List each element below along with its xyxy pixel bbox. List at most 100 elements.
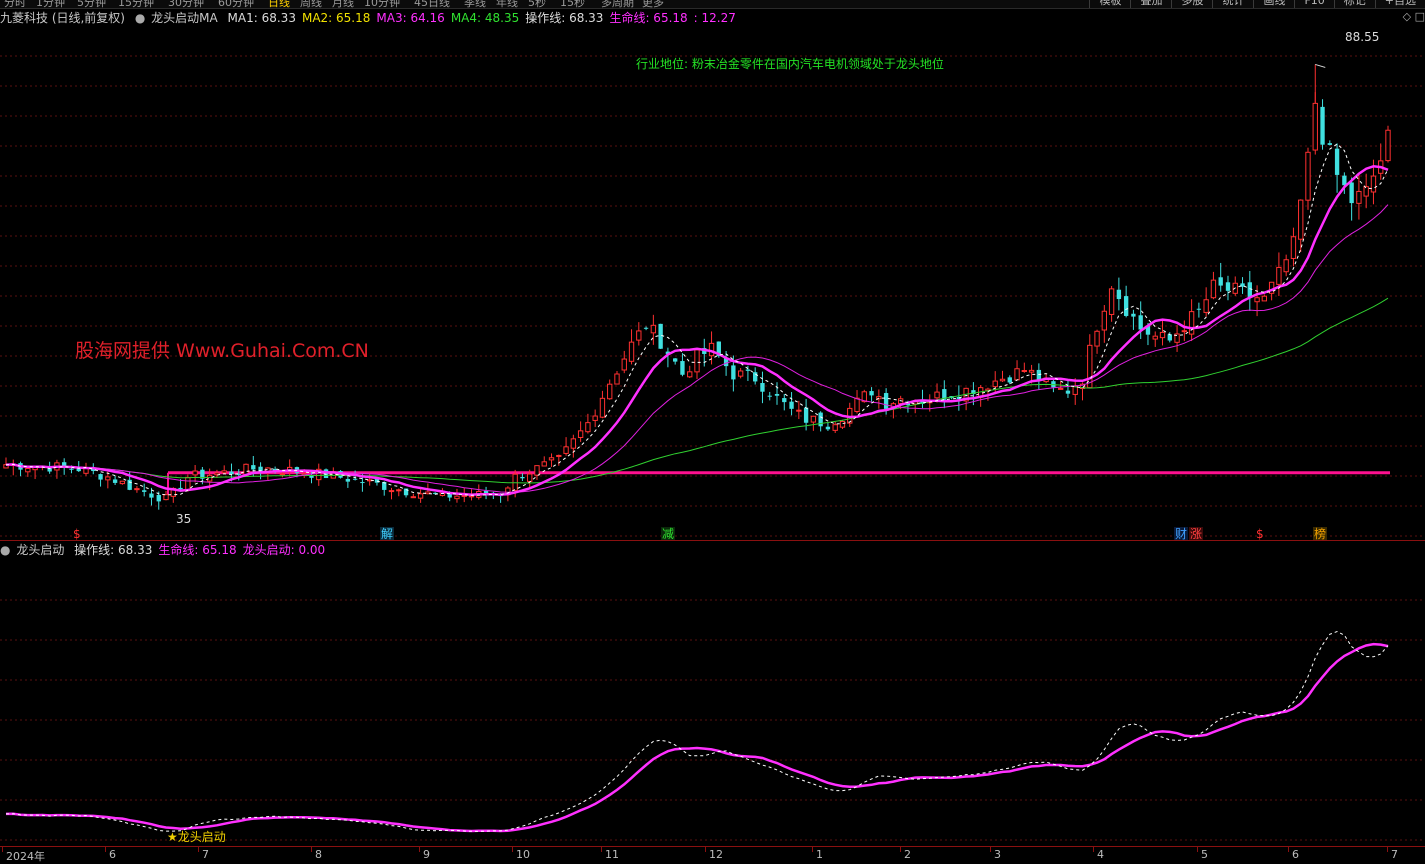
candle [1385, 125, 1391, 163]
tool-button-5[interactable]: F10 [1294, 0, 1333, 8]
sub-legend-item-0: 操作线: 68.33 [74, 543, 153, 557]
candle [1087, 334, 1093, 389]
timeframe-tab-11[interactable]: 季线 [464, 0, 486, 8]
candle [1101, 305, 1107, 343]
candle [942, 380, 947, 409]
candle [782, 393, 787, 411]
x-tick-10: 3 [994, 848, 1001, 861]
sector-note: 行业地位: 粉末冶金零件在国内汽车电机领域处于龙头地位 [636, 57, 944, 71]
sub-legend-item-2: 龙头启动: 0.00 [242, 543, 326, 557]
candle [1363, 173, 1369, 209]
timeframe-tab-10[interactable]: 45日线 [414, 0, 450, 8]
timeframe-tab-3[interactable]: 15分钟 [118, 0, 154, 8]
tool-button-1[interactable]: 叠加 [1130, 0, 1171, 8]
chart-options-icons[interactable]: ◇ □ [1403, 10, 1425, 23]
candle [680, 353, 685, 377]
main-legend-item-1: MA2: 65.18 [301, 11, 371, 25]
candle [192, 465, 198, 483]
candle [1203, 287, 1209, 317]
candle [599, 390, 606, 419]
timeframe-tab-7[interactable]: 周线 [300, 0, 322, 8]
x-tick-6: 11 [605, 848, 619, 861]
timeframe-tab-5[interactable]: 60分钟 [218, 0, 254, 8]
candle [628, 329, 635, 365]
candle [1247, 271, 1252, 311]
candle [643, 326, 649, 331]
indicator-lines [5, 630, 1389, 833]
candle [1261, 294, 1268, 302]
timeframe-tab-14[interactable]: 15秒 [560, 0, 585, 8]
candle [476, 484, 482, 500]
candle [1283, 254, 1289, 277]
timeframe-tab-15[interactable]: 多周期 [601, 0, 634, 8]
candle [854, 390, 860, 414]
timeframe-tab-1[interactable]: 1分钟 [36, 0, 65, 8]
x-tick-13: 6 [1292, 848, 1299, 861]
x-tick-mark [2, 847, 3, 852]
event-marker-1[interactable]: 解 [380, 527, 395, 541]
candlesticks [3, 63, 1391, 510]
tool-button-3[interactable]: 统计 [1212, 0, 1253, 8]
timeframe-tab-16[interactable]: 更多 [642, 0, 664, 8]
candle [847, 402, 853, 427]
tool-button-2[interactable]: 多股 [1171, 0, 1212, 8]
event-marker-6[interactable]: 榜 [1313, 527, 1328, 541]
candle [388, 487, 395, 500]
tool-button-6[interactable]: 标记 [1333, 0, 1375, 8]
x-tick-14: 7 [1391, 848, 1398, 861]
timeframe-tab-9[interactable]: 10分钟 [364, 0, 400, 8]
timeframe-tab-4[interactable]: 30分钟 [168, 0, 204, 8]
indicator-name[interactable]: 龙头启动MA [151, 11, 218, 25]
timeframe-tab-2[interactable]: 5分钟 [77, 0, 106, 8]
candle [345, 474, 351, 488]
candle [1320, 99, 1325, 150]
candle [1167, 332, 1172, 343]
x-tick-2: 7 [202, 848, 209, 861]
event-marker-0[interactable]: $ [72, 527, 82, 541]
candle [760, 371, 765, 404]
candle [570, 434, 577, 458]
candle [607, 379, 613, 400]
indicator-toggle-icon[interactable]: ● [135, 11, 145, 25]
candle [621, 350, 627, 374]
candle [1188, 299, 1195, 342]
tool-button-4[interactable]: 画线 [1253, 0, 1294, 8]
stock-title: 九菱科技 (日线,前复权) [0, 11, 125, 25]
sub-indicator-toggle-icon[interactable]: ● [0, 543, 10, 557]
sub-ops-line [5, 630, 1389, 832]
x-tick-mark [419, 847, 420, 852]
timeframe-tab-12[interactable]: 年线 [496, 0, 518, 8]
event-marker-2[interactable]: 减 [661, 527, 676, 541]
candle [1305, 147, 1311, 210]
timeframe-tab-13[interactable]: 5秒 [528, 0, 546, 8]
candle [839, 419, 846, 430]
x-tick-12: 5 [1201, 848, 1208, 861]
candle [454, 488, 460, 503]
candle [818, 411, 823, 432]
candle [1327, 140, 1332, 146]
price-chart[interactable] [0, 26, 1425, 540]
candle [1014, 360, 1020, 381]
candle [650, 314, 657, 345]
candle [1232, 276, 1238, 296]
watermark: 股海网提供 Www.Guhai.Com.CN [75, 340, 369, 362]
timeframe-tab-8[interactable]: 月线 [332, 0, 354, 8]
event-marker-5[interactable]: $ [1255, 527, 1265, 541]
tool-button-7[interactable]: +自选 [1374, 0, 1425, 8]
candle [1254, 285, 1260, 317]
sub-indicator-name[interactable]: 龙头启动 [16, 543, 64, 557]
candle [1152, 331, 1158, 347]
event-marker-3[interactable]: 财 [1174, 527, 1189, 541]
candle [1276, 252, 1282, 296]
high-price-label: 88.55 [1345, 30, 1380, 44]
candle [541, 456, 547, 467]
x-tick-0: 2024年 [6, 850, 45, 863]
candle [1123, 285, 1129, 318]
tool-button-0[interactable]: 模板 [1089, 0, 1130, 8]
indicator-chart[interactable] [0, 560, 1425, 846]
timeframe-tab-0[interactable]: 分时 [4, 0, 26, 8]
event-marker-4[interactable]: 涨 [1189, 527, 1204, 541]
timeframe-tab-6[interactable]: 日线 [268, 0, 290, 8]
candle [105, 471, 111, 489]
candle [585, 413, 591, 434]
